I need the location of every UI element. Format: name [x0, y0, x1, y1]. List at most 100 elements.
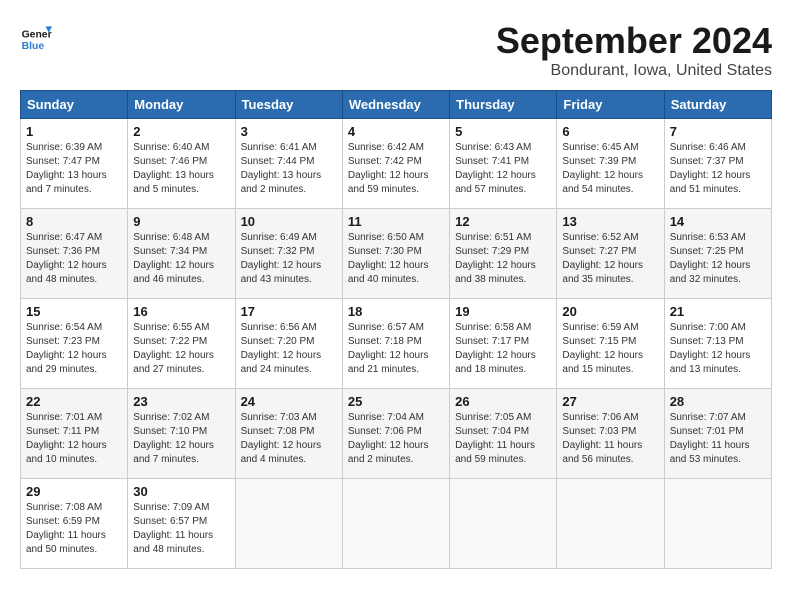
- calendar-day-cell: 28 Sunrise: 7:07 AM Sunset: 7:01 PM Dayli…: [664, 389, 771, 479]
- day-number: 25: [348, 394, 444, 409]
- day-number: 10: [241, 214, 337, 229]
- calendar-day-cell: 8 Sunrise: 6:47 AM Sunset: 7:36 PM Daylig…: [21, 209, 128, 299]
- day-number: 23: [133, 394, 229, 409]
- day-number: 15: [26, 304, 122, 319]
- day-info: Sunrise: 6:58 AM Sunset: 7:17 PM Dayligh…: [455, 321, 551, 377]
- day-info: Sunrise: 7:06 AM Sunset: 7:03 PM Dayligh…: [562, 411, 658, 467]
- calendar-day-cell: [450, 479, 557, 569]
- calendar-day-cell: 27 Sunrise: 7:06 AM Sunset: 7:03 PM Dayli…: [557, 389, 664, 479]
- calendar-week-row: 15 Sunrise: 6:54 AM Sunset: 7:23 PM Dayli…: [21, 299, 772, 389]
- day-number: 20: [562, 304, 658, 319]
- calendar-day-cell: 5 Sunrise: 6:43 AM Sunset: 7:41 PM Daylig…: [450, 119, 557, 209]
- calendar-day-cell: 7 Sunrise: 6:46 AM Sunset: 7:37 PM Daylig…: [664, 119, 771, 209]
- day-info: Sunrise: 6:49 AM Sunset: 7:32 PM Dayligh…: [241, 231, 337, 287]
- calendar-day-cell: [342, 479, 449, 569]
- weekday-header-cell: Sunday: [21, 91, 128, 119]
- day-info: Sunrise: 6:47 AM Sunset: 7:36 PM Dayligh…: [26, 231, 122, 287]
- day-number: 21: [670, 304, 766, 319]
- day-number: 17: [241, 304, 337, 319]
- day-info: Sunrise: 6:42 AM Sunset: 7:42 PM Dayligh…: [348, 141, 444, 197]
- day-number: 12: [455, 214, 551, 229]
- calendar-week-row: 8 Sunrise: 6:47 AM Sunset: 7:36 PM Daylig…: [21, 209, 772, 299]
- day-info: Sunrise: 6:54 AM Sunset: 7:23 PM Dayligh…: [26, 321, 122, 377]
- day-number: 8: [26, 214, 122, 229]
- logo: General Blue: [20, 20, 52, 52]
- day-info: Sunrise: 6:57 AM Sunset: 7:18 PM Dayligh…: [348, 321, 444, 377]
- calendar-day-cell: 15 Sunrise: 6:54 AM Sunset: 7:23 PM Dayli…: [21, 299, 128, 389]
- day-number: 6: [562, 124, 658, 139]
- calendar-day-cell: 26 Sunrise: 7:05 AM Sunset: 7:04 PM Dayli…: [450, 389, 557, 479]
- day-info: Sunrise: 6:39 AM Sunset: 7:47 PM Dayligh…: [26, 141, 122, 197]
- calendar-week-row: 22Sunrise: 7:01 AM Sunset: 7:11 PM Dayli…: [21, 389, 772, 479]
- day-number: 29: [26, 484, 122, 499]
- calendar-day-cell: 9 Sunrise: 6:48 AM Sunset: 7:34 PM Daylig…: [128, 209, 235, 299]
- calendar-day-cell: 25 Sunrise: 7:04 AM Sunset: 7:06 PM Dayli…: [342, 389, 449, 479]
- day-info: Sunrise: 6:43 AM Sunset: 7:41 PM Dayligh…: [455, 141, 551, 197]
- day-number: 14: [670, 214, 766, 229]
- weekday-header-cell: Saturday: [664, 91, 771, 119]
- day-number: 19: [455, 304, 551, 319]
- calendar-day-cell: 20 Sunrise: 6:59 AM Sunset: 7:15 PM Dayli…: [557, 299, 664, 389]
- calendar-day-cell: 21 Sunrise: 7:00 AM Sunset: 7:13 PM Dayli…: [664, 299, 771, 389]
- day-number: 26: [455, 394, 551, 409]
- day-number: 16: [133, 304, 229, 319]
- calendar-day-cell: [664, 479, 771, 569]
- calendar-day-cell: 12 Sunrise: 6:51 AM Sunset: 7:29 PM Dayli…: [450, 209, 557, 299]
- day-number: 27: [562, 394, 658, 409]
- calendar-day-cell: 3 Sunrise: 6:41 AM Sunset: 7:44 PM Daylig…: [235, 119, 342, 209]
- day-info: Sunrise: 6:48 AM Sunset: 7:34 PM Dayligh…: [133, 231, 229, 287]
- day-info: Sunrise: 7:00 AM Sunset: 7:13 PM Dayligh…: [670, 321, 766, 377]
- weekday-header-cell: Tuesday: [235, 91, 342, 119]
- calendar-day-cell: 1 Sunrise: 6:39 AM Sunset: 7:47 PM Daylig…: [21, 119, 128, 209]
- day-info: Sunrise: 7:05 AM Sunset: 7:04 PM Dayligh…: [455, 411, 551, 467]
- day-info: Sunrise: 6:52 AM Sunset: 7:27 PM Dayligh…: [562, 231, 658, 287]
- calendar-day-cell: 22Sunrise: 7:01 AM Sunset: 7:11 PM Dayli…: [21, 389, 128, 479]
- day-info: Sunrise: 7:04 AM Sunset: 7:06 PM Dayligh…: [348, 411, 444, 467]
- day-info: Sunrise: 7:08 AM Sunset: 6:59 PM Dayligh…: [26, 501, 122, 557]
- title-area: September 2024 Bondurant, Iowa, United S…: [496, 20, 772, 80]
- day-info: Sunrise: 7:07 AM Sunset: 7:01 PM Dayligh…: [670, 411, 766, 467]
- day-number: 18: [348, 304, 444, 319]
- calendar-table: SundayMondayTuesdayWednesdayThursdayFrid…: [20, 90, 772, 569]
- calendar-day-cell: 19 Sunrise: 6:58 AM Sunset: 7:17 PM Dayli…: [450, 299, 557, 389]
- calendar-day-cell: 29 Sunrise: 7:08 AM Sunset: 6:59 PM Dayli…: [21, 479, 128, 569]
- calendar-week-row: 29 Sunrise: 7:08 AM Sunset: 6:59 PM Dayli…: [21, 479, 772, 569]
- weekday-header-cell: Friday: [557, 91, 664, 119]
- day-info: Sunrise: 6:56 AM Sunset: 7:20 PM Dayligh…: [241, 321, 337, 377]
- calendar-day-cell: 17 Sunrise: 6:56 AM Sunset: 7:20 PM Dayli…: [235, 299, 342, 389]
- logo-icon: General Blue: [20, 20, 52, 52]
- calendar-week-row: 1 Sunrise: 6:39 AM Sunset: 7:47 PM Daylig…: [21, 119, 772, 209]
- weekday-header-row: SundayMondayTuesdayWednesdayThursdayFrid…: [21, 91, 772, 119]
- day-number: 1: [26, 124, 122, 139]
- day-number: 3: [241, 124, 337, 139]
- calendar-day-cell: 11Sunrise: 6:50 AM Sunset: 7:30 PM Dayli…: [342, 209, 449, 299]
- calendar-day-cell: 6Sunrise: 6:45 AM Sunset: 7:39 PM Daylig…: [557, 119, 664, 209]
- weekday-header-cell: Thursday: [450, 91, 557, 119]
- day-info: Sunrise: 6:46 AM Sunset: 7:37 PM Dayligh…: [670, 141, 766, 197]
- day-info: Sunrise: 6:41 AM Sunset: 7:44 PM Dayligh…: [241, 141, 337, 197]
- day-info: Sunrise: 6:59 AM Sunset: 7:15 PM Dayligh…: [562, 321, 658, 377]
- calendar-day-cell: 2Sunrise: 6:40 AM Sunset: 7:46 PM Daylig…: [128, 119, 235, 209]
- calendar-day-cell: 16 Sunrise: 6:55 AM Sunset: 7:22 PM Dayli…: [128, 299, 235, 389]
- calendar-day-cell: 18 Sunrise: 6:57 AM Sunset: 7:18 PM Dayli…: [342, 299, 449, 389]
- calendar-day-cell: 30Sunrise: 7:09 AM Sunset: 6:57 PM Dayli…: [128, 479, 235, 569]
- svg-text:Blue: Blue: [22, 41, 45, 52]
- day-number: 28: [670, 394, 766, 409]
- day-info: Sunrise: 6:51 AM Sunset: 7:29 PM Dayligh…: [455, 231, 551, 287]
- day-info: Sunrise: 7:01 AM Sunset: 7:11 PM Dayligh…: [26, 411, 122, 467]
- day-info: Sunrise: 6:53 AM Sunset: 7:25 PM Dayligh…: [670, 231, 766, 287]
- calendar-body: 1 Sunrise: 6:39 AM Sunset: 7:47 PM Daylig…: [21, 119, 772, 569]
- day-info: Sunrise: 6:55 AM Sunset: 7:22 PM Dayligh…: [133, 321, 229, 377]
- day-number: 5: [455, 124, 551, 139]
- month-title: September 2024: [496, 20, 772, 62]
- calendar-day-cell: 14 Sunrise: 6:53 AM Sunset: 7:25 PM Dayli…: [664, 209, 771, 299]
- calendar-day-cell: 23Sunrise: 7:02 AM Sunset: 7:10 PM Dayli…: [128, 389, 235, 479]
- day-info: Sunrise: 7:09 AM Sunset: 6:57 PM Dayligh…: [133, 501, 229, 557]
- day-number: 13: [562, 214, 658, 229]
- weekday-header-cell: Wednesday: [342, 91, 449, 119]
- day-number: 9: [133, 214, 229, 229]
- day-number: 2: [133, 124, 229, 139]
- day-number: 7: [670, 124, 766, 139]
- svg-text:General: General: [22, 30, 52, 41]
- calendar-day-cell: 13 Sunrise: 6:52 AM Sunset: 7:27 PM Dayli…: [557, 209, 664, 299]
